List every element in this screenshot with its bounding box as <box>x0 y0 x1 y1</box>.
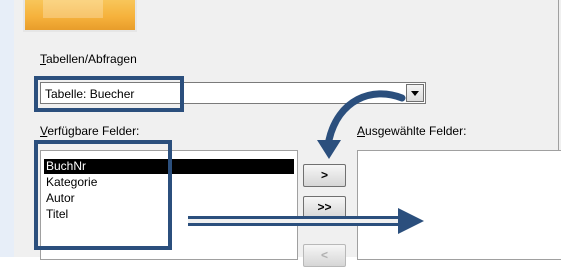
annotation-box-field-list <box>34 140 172 250</box>
annotation-box-combobox <box>34 76 184 112</box>
window-frame-left <box>0 0 15 257</box>
selected-fields-listbox[interactable] <box>357 150 561 260</box>
available-fields-label: Verfügbare Felder: <box>40 124 140 138</box>
banner-graphic <box>43 0 103 18</box>
add-field-button[interactable]: > <box>303 164 346 187</box>
wizard-banner-image <box>23 0 137 32</box>
remove-field-button[interactable]: < <box>303 244 346 267</box>
add-all-fields-button[interactable]: >> <box>303 196 346 219</box>
tables-queries-label: Tabellen/Abfragen <box>40 52 137 66</box>
chevron-down-icon <box>411 91 419 96</box>
selected-fields-label: Ausgewählte Felder: <box>357 124 467 138</box>
combobox-dropdown-button[interactable] <box>406 84 424 102</box>
